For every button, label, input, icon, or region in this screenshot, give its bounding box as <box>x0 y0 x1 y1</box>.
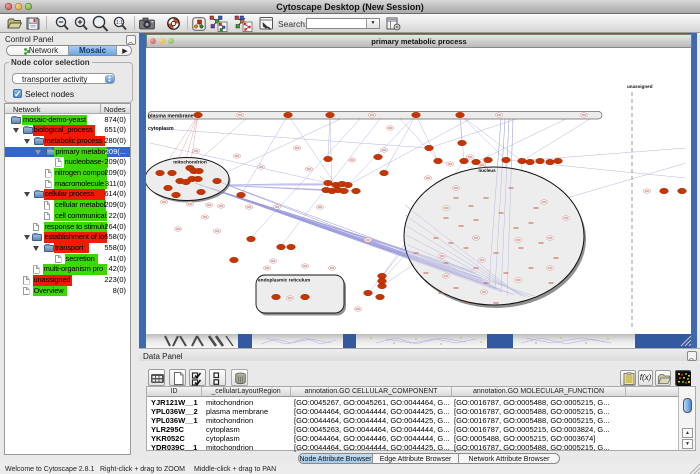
svg-text:plasma membrane: plasma membrane <box>148 114 194 120</box>
svg-text:unassigned: unassigned <box>627 84 653 89</box>
svg-text:cytoplasm: cytoplasm <box>148 126 174 132</box>
svg-text:1:1: 1:1 <box>116 20 123 26</box>
svg-text:nucleus: nucleus <box>478 168 496 173</box>
svg-text:endoplasmic reticulum: endoplasmic reticulum <box>258 278 310 284</box>
svg-text:mitochondrion: mitochondrion <box>173 160 207 166</box>
